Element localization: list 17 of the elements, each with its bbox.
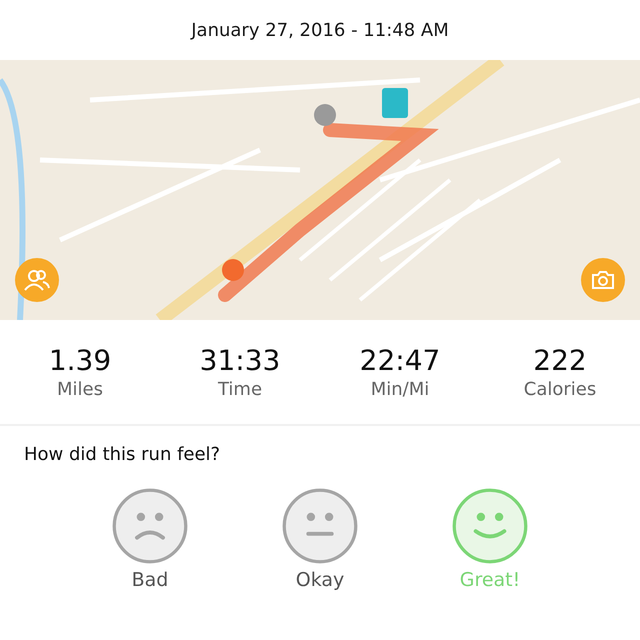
stat-value: 1.39: [48, 344, 112, 377]
camera-icon: [591, 270, 615, 290]
stat-value: 31:33: [200, 344, 280, 377]
stat-label: Time: [218, 379, 262, 400]
feeling-option[interactable]: Bad: [105, 487, 195, 591]
people-icon: [24, 269, 50, 291]
stat-label: Miles: [57, 379, 103, 400]
stat-value: 222: [533, 344, 587, 377]
stat-label: Min/Mi: [370, 379, 430, 400]
face-icon: [111, 487, 189, 565]
stat-value: 22:47: [360, 344, 440, 377]
question-text: How did this run feel?: [24, 444, 220, 465]
face-icon: [281, 487, 359, 565]
feeling-option[interactable]: Okay: [275, 487, 365, 591]
date-title: January 27, 2016 - 11:48 AM: [191, 20, 449, 40]
stat-label: Calories: [524, 379, 596, 400]
face-icon: [451, 487, 529, 565]
